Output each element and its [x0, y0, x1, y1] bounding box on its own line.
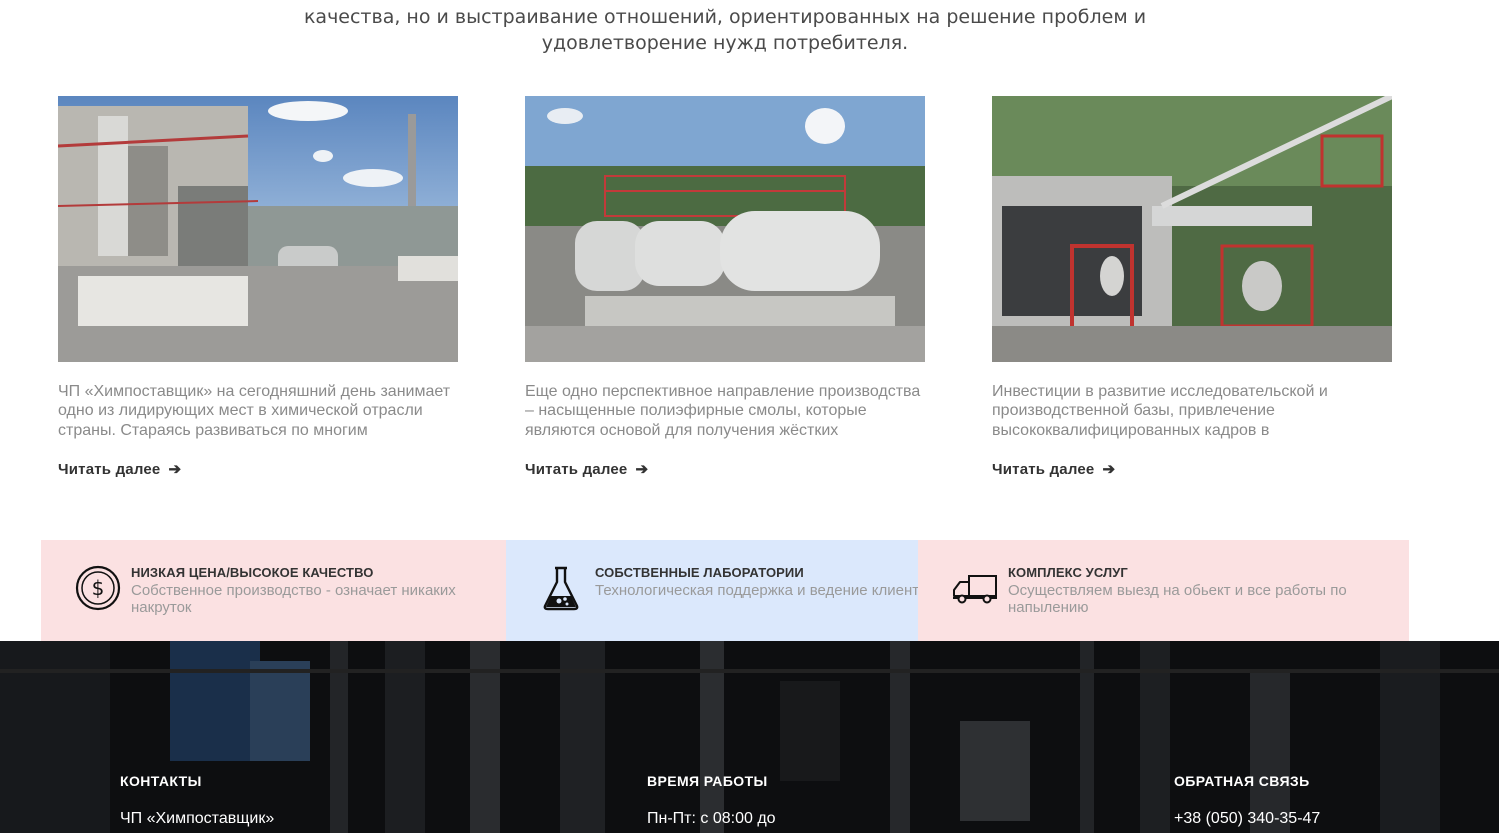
arrow-right-icon: ➔ — [635, 461, 649, 478]
storage-tanks-photo — [525, 96, 925, 362]
features-strip: $ НИЗКАЯ ЦЕНА/ВЫСОКОЕ КАЧЕСТВО Собственн… — [41, 540, 1409, 641]
svg-text:$: $ — [92, 576, 105, 600]
read-more-link[interactable]: Читать далее ➔ — [58, 460, 182, 479]
lab-flask-icon — [543, 566, 579, 611]
arrow-right-icon: ➔ — [168, 461, 182, 478]
feature-description: Технологическая поддержка и ведение клие… — [595, 582, 928, 599]
article-card: Инвестиции в развитие исследовательской … — [992, 96, 1392, 479]
read-more-link[interactable]: Читать далее ➔ — [992, 460, 1116, 479]
article-excerpt: Инвестиции в развитие исследовательской … — [992, 383, 1328, 439]
read-more-label: Читать далее — [58, 460, 161, 478]
read-more-label: Читать далее — [525, 460, 628, 478]
feature-low-price: $ НИЗКАЯ ЦЕНА/ВЫСОКОЕ КАЧЕСТВО Собственн… — [41, 540, 506, 641]
feature-title: СОБСТВЕННЫЕ ЛАБОРАТОРИИ — [595, 565, 804, 580]
plant-equipment-photo — [992, 96, 1392, 362]
article-excerpt: ЧП «Химпоставщик» на сегодняшний день за… — [58, 383, 451, 439]
footer-contacts-title: КОНТАКТЫ — [120, 773, 202, 789]
footer-phone-link[interactable]: +38 (050) 340-35-47 — [1174, 810, 1320, 828]
feature-laboratories: СОБСТВЕННЫЕ ЛАБОРАТОРИИ Технологическая … — [506, 540, 927, 641]
read-more-label: Читать далее — [992, 460, 1095, 478]
feature-title: КОМПЛЕКС УСЛУГ — [1008, 565, 1128, 580]
footer-hours: ВРЕМЯ РАБОТЫ Пн-Пт: с 08:00 до — [647, 773, 776, 828]
feature-description: Осуществляем выезд на обьект и все работ… — [1008, 582, 1347, 616]
feature-title: НИЗКАЯ ЦЕНА/ВЫСОКОЕ КАЧЕСТВО — [131, 565, 374, 580]
footer-hours-value: Пн-Пт: с 08:00 до — [647, 810, 776, 827]
article-photo[interactable] — [58, 96, 458, 362]
delivery-truck-icon — [953, 575, 997, 604]
dollar-coin-icon: $ — [75, 565, 121, 611]
article-card: Еще одно перспективное направление произ… — [525, 96, 925, 479]
feature-services: КОМПЛЕКС УСЛУГ Осуществляем выезд на обь… — [918, 540, 1409, 641]
footer-contacts: КОНТАКТЫ ЧП «Химпоставщик» — [120, 773, 274, 828]
site-footer: КОНТАКТЫ ЧП «Химпоставщик» ВРЕМЯ РАБОТЫ … — [0, 641, 1499, 833]
footer-feedback-title: ОБРАТНАЯ СВЯЗЬ — [1174, 773, 1310, 789]
footer-hours-title: ВРЕМЯ РАБОТЫ — [647, 773, 768, 789]
article-photo[interactable] — [992, 96, 1392, 362]
read-more-link[interactable]: Читать далее ➔ — [525, 460, 649, 479]
article-card: ЧП «Химпоставщик» на сегодняшний день за… — [58, 96, 458, 479]
intro-line: качества, но и выстраивание отношений, о… — [303, 6, 1147, 28]
footer-company-name: ЧП «Химпоставщик» — [120, 810, 275, 827]
intro-line: удовлетворение нужд потребителя. — [541, 32, 909, 54]
article-photo[interactable] — [525, 96, 925, 362]
factory-yard-photo — [58, 96, 458, 362]
footer-feedback: ОБРАТНАЯ СВЯЗЬ +38 (050) 340-35-47 — [1174, 773, 1320, 828]
article-excerpt: Еще одно перспективное направление произ… — [525, 383, 921, 439]
feature-description: Собственное производство - означает ника… — [131, 582, 456, 616]
arrow-right-icon: ➔ — [1102, 461, 1116, 478]
